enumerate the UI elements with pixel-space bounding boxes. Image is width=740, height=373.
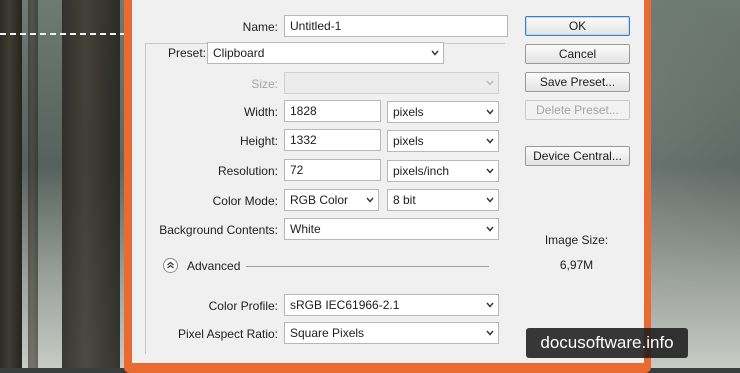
color-mode-value: RGB Color <box>290 193 349 207</box>
image-size-value: 6,97M <box>559 258 594 272</box>
background-contents-value: White <box>290 222 321 236</box>
resolution-input[interactable]: 72 <box>284 159 381 181</box>
name-label: Name: <box>242 20 278 34</box>
advanced-toggle-button[interactable] <box>163 258 178 273</box>
delete-preset-button: Delete Preset... <box>525 100 630 120</box>
chevron-down-icon <box>366 197 374 203</box>
height-unit-select[interactable]: pixels <box>387 130 499 152</box>
chevron-down-icon <box>486 302 494 308</box>
advanced-label: Advanced <box>187 259 241 273</box>
resolution-label: Resolution: <box>217 164 278 178</box>
width-unit-select[interactable]: pixels <box>387 101 499 123</box>
chevron-down-icon <box>486 80 494 86</box>
color-profile-value: sRGB IEC61966-2.1 <box>290 298 400 312</box>
preset-select[interactable]: Clipboard <box>207 42 444 64</box>
chevron-down-icon <box>486 168 494 174</box>
name-input[interactable]: Untitled-1 <box>284 15 508 37</box>
pixel-aspect-ratio-value: Square Pixels <box>290 326 365 340</box>
background-contents-select[interactable]: White <box>284 218 499 240</box>
pixel-aspect-ratio-label: Pixel Aspect Ratio: <box>177 327 278 341</box>
ok-button[interactable]: OK <box>525 16 630 36</box>
chevron-down-icon <box>486 330 494 336</box>
size-label: Size: <box>251 77 278 91</box>
bit-depth-select[interactable]: 8 bit <box>387 189 499 211</box>
height-label: Height: <box>239 134 278 148</box>
width-input[interactable]: 1828 <box>284 100 381 122</box>
collapse-up-icon <box>167 261 174 269</box>
tree-trunk <box>0 0 22 368</box>
chevron-down-icon <box>486 109 494 115</box>
device-central-button[interactable]: Device Central... <box>525 146 630 166</box>
pixel-aspect-ratio-select[interactable]: Square Pixels <box>284 322 499 344</box>
tree-trunk <box>28 0 38 368</box>
advanced-divider <box>246 266 489 267</box>
tree-trunk <box>62 0 120 368</box>
chevron-down-icon <box>486 197 494 203</box>
background-contents-label: Background Contents: <box>159 223 278 237</box>
save-preset-button[interactable]: Save Preset... <box>525 72 630 92</box>
chevron-down-icon <box>486 138 494 144</box>
color-profile-select[interactable]: sRGB IEC61966-2.1 <box>284 294 499 316</box>
height-unit-value: pixels <box>393 134 424 148</box>
width-label: Width: <box>243 105 278 119</box>
bit-depth-value: 8 bit <box>393 193 416 207</box>
size-select <box>284 72 499 94</box>
watermark: docusoftware.info <box>526 328 688 358</box>
preset-value: Clipboard <box>213 46 265 60</box>
preset-label: Preset: <box>158 46 208 60</box>
color-mode-label: Color Mode: <box>212 194 278 208</box>
resolution-unit-value: pixels/inch <box>393 164 450 178</box>
width-unit-value: pixels <box>393 105 424 119</box>
height-input[interactable]: 1332 <box>284 129 381 151</box>
color-profile-label: Color Profile: <box>208 299 278 313</box>
chevron-down-icon <box>431 50 439 56</box>
image-size-label: Image Size: <box>544 233 609 247</box>
color-mode-select[interactable]: RGB Color <box>284 189 379 211</box>
cancel-button[interactable]: Cancel <box>525 44 630 64</box>
resolution-unit-select[interactable]: pixels/inch <box>387 160 499 182</box>
chevron-down-icon <box>486 226 494 232</box>
selection-marquee <box>0 33 126 35</box>
